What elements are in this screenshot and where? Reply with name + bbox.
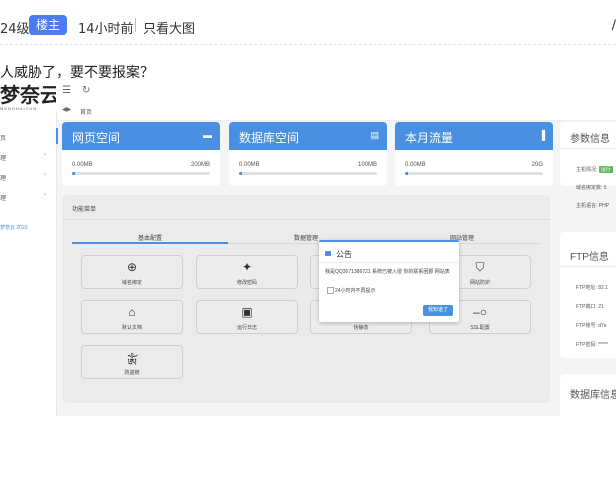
card-min-value: 0.00MB bbox=[239, 162, 260, 168]
ftp-row-account: FTP账号: d7e bbox=[576, 323, 607, 329]
announcement-icon bbox=[325, 251, 331, 256]
stat-card-db-space: 数据库空间 ▤ 0.00MB 100MB bbox=[229, 122, 387, 186]
key-icon: ✦ bbox=[241, 260, 253, 274]
breadcrumb-bar: ◀▶ 首页 bbox=[56, 102, 616, 121]
sidebar-item-label: 理 bbox=[0, 156, 7, 162]
sidebar-item-home[interactable]: 页 bbox=[0, 128, 58, 144]
only-op-images-link[interactable]: 只看大图 bbox=[143, 18, 195, 37]
card-header: 数据库空间 ▤ bbox=[229, 122, 387, 150]
embedded-screenshot[interactable]: 梦奈云 MENGNAIYUN ☰ ↻ ◀▶ 首页 页 理 › 理 › 理 › 梦… bbox=[0, 82, 616, 416]
sidebar-item-2[interactable]: 理 › bbox=[0, 148, 56, 164]
sidebar: 页 理 › 理 › 理 › 梦奈云 2023 bbox=[0, 112, 58, 416]
modal-title: 公告 bbox=[336, 250, 352, 259]
breadcrumb-home[interactable]: 首页 bbox=[80, 107, 92, 116]
header-separator bbox=[135, 18, 136, 32]
button-label: SSL配置 bbox=[470, 325, 490, 331]
tab-scroll-icon[interactable]: ◀▶ bbox=[62, 106, 71, 113]
panel-divider bbox=[560, 266, 616, 267]
server-icon: ▬ bbox=[203, 130, 212, 140]
chevron-right-icon: › bbox=[44, 192, 46, 198]
home-icon: ⌂ bbox=[128, 305, 136, 319]
button-label: 伪静态 bbox=[353, 325, 369, 331]
button-label: 修改密码 bbox=[236, 280, 257, 286]
post-text: 人威胁了，要不要报案？ bbox=[0, 65, 154, 81]
button-label: 默认文档 bbox=[121, 325, 142, 331]
ftp-row-password: FTP密码: ***** bbox=[576, 342, 608, 348]
param-info-panel-extension bbox=[560, 122, 616, 226]
run-log-button[interactable]: ▣ 运行日志 bbox=[196, 300, 298, 334]
tab-basic-config[interactable]: 基本配置 bbox=[72, 233, 228, 242]
more-icon[interactable]: ∕ bbox=[612, 18, 616, 33]
panel-title: 功能菜单 bbox=[72, 207, 97, 213]
post-divider bbox=[0, 44, 616, 45]
logo: 梦奈云 MENGNAIYUN bbox=[0, 82, 60, 112]
function-menu-panel: 功能菜单 基本配置 数据管理 网站管理 ⊕ 域名绑定 ✦ 修改密码 ⛉ 网站防护… bbox=[62, 195, 550, 403]
menu-icon[interactable]: ☰ bbox=[62, 85, 71, 96]
logo-subtext: MENGNAIYUN bbox=[0, 106, 38, 111]
sidebar-item-label: 理 bbox=[0, 196, 7, 202]
usage-progress-fill bbox=[239, 172, 242, 175]
card-title: 本月流量 bbox=[405, 131, 454, 145]
card-title: 网页空间 bbox=[72, 131, 121, 145]
op-badge: 楼主 bbox=[29, 15, 68, 35]
sidebar-item-3[interactable]: 理 › bbox=[0, 168, 56, 184]
confirm-button[interactable]: 我知道了 bbox=[422, 305, 453, 316]
usage-progress-fill bbox=[405, 172, 408, 175]
post-time: 14小时前 bbox=[78, 22, 134, 37]
usage-progress bbox=[405, 172, 543, 175]
dont-show-checkbox[interactable] bbox=[327, 287, 334, 294]
database-icon: ▤ bbox=[370, 130, 379, 140]
checkbox-label: 24小时内不再提示 bbox=[335, 288, 376, 294]
chevron-right-icon: › bbox=[44, 152, 46, 158]
chevron-right-icon: › bbox=[44, 172, 46, 178]
refresh-icon[interactable]: ↻ bbox=[82, 85, 90, 96]
panel-divider bbox=[62, 219, 550, 220]
card-header: 本月流量 ▐ bbox=[395, 122, 553, 150]
card-title: 数据库空间 bbox=[239, 131, 300, 145]
hotlink-protection-button[interactable]: ༀ 防盗链 bbox=[81, 345, 183, 379]
stat-card-traffic: 本月流量 ▐ 0.00MB 20G bbox=[395, 122, 553, 186]
ftp-row-port: FTP端口: 21 bbox=[576, 304, 604, 310]
logo-text: 梦奈云 bbox=[0, 83, 60, 107]
usage-progress-fill bbox=[72, 172, 75, 175]
button-label: 防盗链 bbox=[124, 370, 140, 376]
change-password-button[interactable]: ✦ 修改密码 bbox=[196, 255, 298, 289]
sidebar-item-label: 页 bbox=[0, 136, 7, 142]
card-max-value: 100MB bbox=[357, 162, 377, 168]
globe-icon: ⊕ bbox=[126, 260, 138, 274]
signal-icon: ▐ bbox=[538, 130, 545, 140]
announcement-modal: 公告 我是QQ3671386721 系统已被入侵 你的联系困郡 网站表 24小时… bbox=[319, 240, 459, 322]
button-label: 运行日志 bbox=[236, 325, 257, 331]
stat-card-web-space: 网页空间 ▬ 0.00MB 200MB bbox=[62, 122, 220, 186]
active-tab-indicator bbox=[72, 242, 228, 244]
sidebar-item-4[interactable]: 理 › bbox=[0, 188, 56, 204]
db-info-panel: 数据库信息 bbox=[560, 374, 616, 416]
usage-progress bbox=[72, 172, 210, 175]
card-min-value: 0.00MB bbox=[405, 162, 426, 168]
card-header: 网页空间 ▬ bbox=[62, 122, 220, 150]
panel-title: 数据库信息 bbox=[570, 390, 616, 401]
card-max-value: 200MB bbox=[190, 162, 210, 168]
modal-divider bbox=[319, 262, 459, 263]
domain-bind-button[interactable]: ⊕ 域名绑定 bbox=[81, 255, 183, 289]
card-min-value: 0.00MB bbox=[72, 162, 93, 168]
button-label: 域名绑定 bbox=[121, 280, 142, 286]
panel-title: FTP信息 bbox=[570, 252, 609, 263]
antenna-icon: ༀ bbox=[127, 356, 137, 370]
sidebar-item-label: 理 bbox=[0, 176, 7, 182]
post-header: 24级) 楼主 14小时前 只看大图 ∕ bbox=[0, 10, 616, 40]
ftp-row-address: FTP地址: 82.1 bbox=[576, 285, 608, 291]
sidebar-footer: 梦奈云 2023 bbox=[0, 225, 28, 231]
usage-progress bbox=[239, 172, 377, 175]
ftp-info-panel: FTP信息 FTP地址: 82.1 FTP端口: 21 FTP账号: d7e F… bbox=[560, 232, 616, 358]
default-document-button[interactable]: ⌂ 默认文档 bbox=[81, 300, 183, 334]
card-max-value: 20G bbox=[531, 162, 543, 168]
log-icon: ▣ bbox=[241, 305, 253, 319]
top-bar: ☰ ↻ bbox=[56, 82, 616, 102]
modal-body: 我是QQ3671386721 系统已被入侵 你的联系困郡 网站表 bbox=[325, 269, 450, 275]
